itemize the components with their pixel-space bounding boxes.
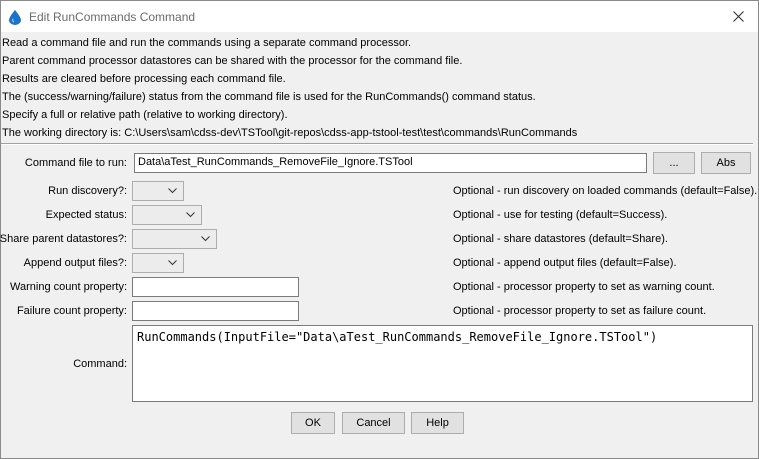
- command-textarea[interactable]: RunCommands(InputFile="Data\aTest_RunCom…: [132, 325, 753, 402]
- expected-status-select[interactable]: [132, 205, 202, 225]
- close-button[interactable]: [718, 1, 758, 32]
- separator: [1, 143, 753, 145]
- cancel-button[interactable]: Cancel: [342, 412, 405, 434]
- chevron-down-icon: [201, 236, 210, 242]
- warning-count-hint: Optional - processor property to set as …: [453, 281, 715, 293]
- expected-status-label: Expected status:: [45, 209, 127, 221]
- run-discovery-hint: Optional - run discovery on loaded comma…: [453, 185, 758, 197]
- expected-status-hint: Optional - use for testing (default=Succ…: [453, 209, 668, 221]
- append-output-select[interactable]: [132, 253, 184, 273]
- abs-button[interactable]: Abs: [701, 152, 751, 174]
- append-output-hint: Optional - append output files (default=…: [453, 257, 677, 269]
- close-icon: [732, 11, 744, 22]
- append-output-label: Append output files?:: [23, 257, 127, 269]
- description-line: Read a command file and run the commands…: [2, 37, 412, 49]
- share-datastores-select[interactable]: [132, 229, 217, 249]
- run-discovery-label: Run discovery?:: [48, 185, 127, 197]
- window-title: Edit RunCommands Command: [29, 10, 196, 24]
- working-directory-line: The working directory is: C:\Users\sam\c…: [2, 127, 578, 139]
- command-label: Command:: [73, 358, 127, 370]
- share-datastores-hint: Optional - share datastores (default=Sha…: [453, 233, 668, 245]
- command-file-input[interactable]: Data\aTest_RunCommands_RemoveFile_Ignore…: [134, 153, 647, 173]
- description-line: Parent command processor datastores can …: [2, 55, 463, 67]
- help-button[interactable]: Help: [411, 412, 464, 434]
- title-bar[interactable]: Edit RunCommands Command: [1, 1, 758, 32]
- dialog-window: Edit RunCommands Command Read a command …: [0, 0, 759, 459]
- failure-count-label: Failure count property:: [16, 305, 127, 317]
- run-discovery-select[interactable]: [132, 181, 184, 201]
- chevron-down-icon: [186, 212, 195, 218]
- warning-count-label: Warning count property:: [10, 281, 127, 293]
- dialog-content: Read a command file and run the commands…: [0, 32, 758, 458]
- chevron-down-icon: [168, 188, 177, 194]
- command-file-label: Command file to run:: [24, 157, 127, 169]
- description-line: Specify a full or relative path (relativ…: [2, 109, 288, 121]
- warning-count-input[interactable]: [132, 277, 299, 297]
- share-datastores-label: Share parent datastores?:: [0, 233, 127, 245]
- ok-button[interactable]: OK: [291, 412, 335, 434]
- description-line: The (success/warning/failure) status fro…: [2, 91, 536, 103]
- browse-button[interactable]: ...: [653, 152, 695, 174]
- water-drop-icon: [9, 10, 21, 25]
- failure-count-input[interactable]: [132, 301, 299, 321]
- failure-count-hint: Optional - processor property to set as …: [453, 305, 707, 317]
- chevron-down-icon: [168, 260, 177, 266]
- description-line: Results are cleared before processing ea…: [2, 73, 286, 85]
